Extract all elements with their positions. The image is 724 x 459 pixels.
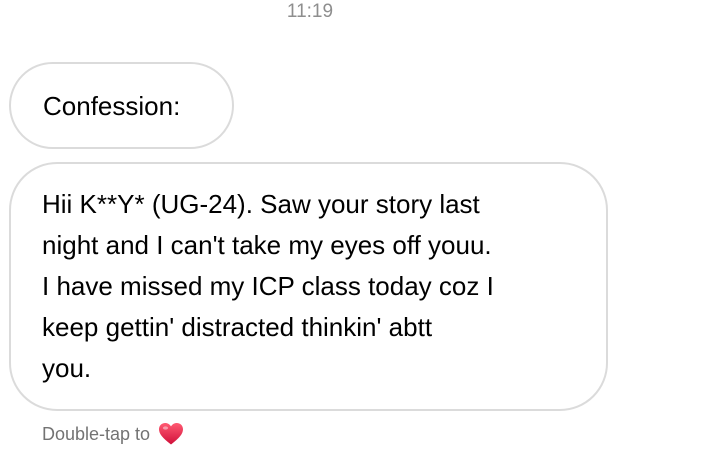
red-heart-icon[interactable]	[158, 422, 184, 446]
message-text: Confession:	[43, 90, 181, 121]
double-tap-hint-text: Double-tap to	[42, 423, 151, 444]
message-line: you.	[42, 353, 92, 383]
message-line: night and I can't take my eyes off youu.	[42, 230, 492, 260]
message-bubble-confession[interactable]: Confession:	[9, 62, 234, 149]
message-line: keep gettin' distracted thinkin' abtt	[42, 312, 433, 342]
double-tap-hint: Double-tap to	[42, 420, 184, 448]
message-bubble-confession-body[interactable]: Hii K**Y* (UG-24). Saw your story last n…	[9, 162, 608, 411]
message-timestamp: 11:19	[286, 1, 334, 22]
message-line: Hii K**Y* (UG-24). Saw your story last	[42, 189, 480, 219]
message-line: I have missed my ICP class today coz I	[42, 271, 494, 301]
